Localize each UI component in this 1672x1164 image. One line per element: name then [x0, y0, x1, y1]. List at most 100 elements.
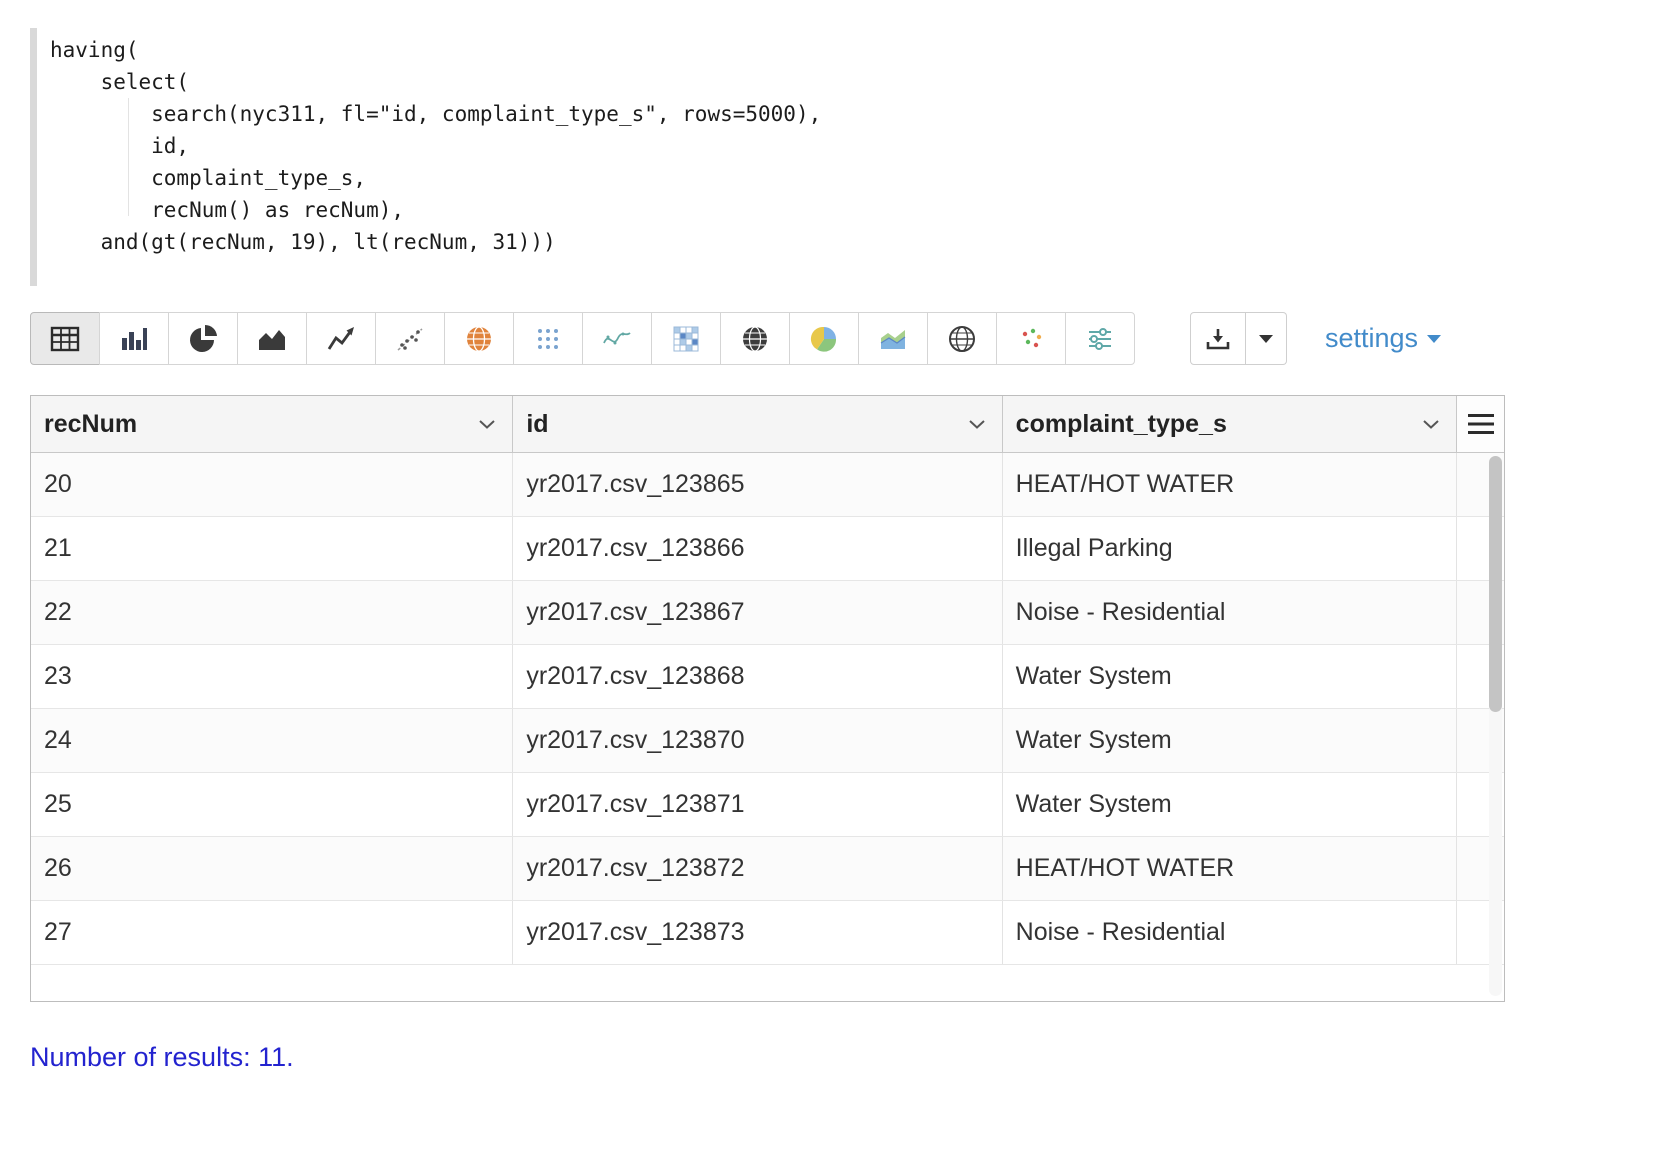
- viz-scatter-plot-button[interactable]: [375, 312, 445, 365]
- visualization-toolbar: settings: [30, 312, 1642, 365]
- cell-id: yr2017.csv_123867: [513, 581, 1002, 644]
- table-menu-button[interactable]: [1457, 396, 1504, 452]
- table-row: 25 yr2017.csv_123871 Water System: [31, 773, 1504, 837]
- globe-dark-2-icon: [947, 324, 977, 354]
- code-line: having(: [50, 34, 1642, 66]
- scatter-plot-icon: [395, 325, 425, 353]
- cell-id: yr2017.csv_123865: [513, 453, 1002, 516]
- code-line: search(nyc311, fl="id, complaint_type_s"…: [50, 98, 1642, 130]
- cell-recnum: 23: [31, 645, 513, 708]
- viz-area-chart-button[interactable]: [237, 312, 307, 365]
- table-bottom-space: [31, 965, 1504, 1001]
- filter-sliders-icon: [1085, 324, 1115, 354]
- viz-scatter-colored-button[interactable]: [996, 312, 1066, 365]
- viz-dot-grid-button[interactable]: [513, 312, 583, 365]
- table-row: 21 yr2017.csv_123866 Illegal Parking: [31, 517, 1504, 581]
- settings-dropdown[interactable]: settings: [1325, 323, 1441, 354]
- table-icon: [50, 325, 80, 353]
- results-count-text: Number of results: 11.: [30, 1042, 1642, 1073]
- cell-recnum: 20: [31, 453, 513, 516]
- table-row: 24 yr2017.csv_123870 Water System: [31, 709, 1504, 773]
- cell-id: yr2017.csv_123872: [513, 837, 1002, 900]
- viz-pie-colored-button[interactable]: [789, 312, 859, 365]
- pie-chart-icon: [188, 324, 218, 354]
- cell-recnum: 26: [31, 837, 513, 900]
- viz-line-chart-button[interactable]: [306, 312, 376, 365]
- table-row: 27 yr2017.csv_123873 Noise - Residential: [31, 901, 1504, 965]
- column-header-id[interactable]: id: [513, 396, 1002, 452]
- download-icon: [1205, 326, 1231, 352]
- cell-recnum: 25: [31, 773, 513, 836]
- chevron-down-icon[interactable]: [968, 419, 986, 430]
- cell-recnum: 27: [31, 901, 513, 964]
- caret-down-icon: [1259, 335, 1273, 343]
- hamburger-menu-icon: [1468, 414, 1494, 434]
- vertical-scrollbar[interactable]: [1489, 456, 1502, 996]
- table-row: 23 yr2017.csv_123868 Water System: [31, 645, 1504, 709]
- area-colored-icon: [878, 325, 908, 353]
- cell-complaint-type: Water System: [1003, 645, 1457, 708]
- cell-recnum: 22: [31, 581, 513, 644]
- viz-bar-chart-button[interactable]: [99, 312, 169, 365]
- viz-table-button[interactable]: [30, 312, 100, 365]
- cell-recnum: 24: [31, 709, 513, 772]
- column-label: recNum: [44, 410, 137, 439]
- cell-complaint-type: HEAT/HOT WATER: [1003, 837, 1457, 900]
- table-header-row: recNum id complaint_type_s: [31, 396, 1504, 453]
- code-line: and(gt(recNum, 19), lt(recNum, 31))): [50, 226, 1642, 258]
- paragraph-container: having( select( search(nyc311, fl="id, c…: [0, 0, 1672, 1073]
- globe-orange-icon: [464, 324, 494, 354]
- code-line: id,: [50, 130, 1642, 162]
- settings-label: settings: [1325, 323, 1418, 354]
- cell-id: yr2017.csv_123873: [513, 901, 1002, 964]
- area-chart-icon: [257, 325, 287, 353]
- cell-complaint-type: Water System: [1003, 773, 1457, 836]
- cell-id: yr2017.csv_123866: [513, 517, 1002, 580]
- viz-heatmap-button[interactable]: [651, 312, 721, 365]
- chevron-down-icon[interactable]: [478, 419, 496, 430]
- caret-down-icon: [1427, 335, 1441, 343]
- column-label: id: [526, 410, 548, 439]
- table-row: 20 yr2017.csv_123865 HEAT/HOT WATER: [31, 453, 1504, 517]
- indent-guide: [128, 98, 129, 216]
- line-chart-icon: [326, 325, 356, 353]
- viz-button-group: [30, 312, 1135, 365]
- cell-complaint-type: Noise - Residential: [1003, 901, 1457, 964]
- cell-id: yr2017.csv_123870: [513, 709, 1002, 772]
- table-row: 26 yr2017.csv_123872 HEAT/HOT WATER: [31, 837, 1504, 901]
- cell-recnum: 21: [31, 517, 513, 580]
- download-caret-button[interactable]: [1246, 312, 1287, 365]
- results-table: recNum id complaint_type_s: [30, 395, 1505, 1002]
- code-block: having( select( search(nyc311, fl="id, c…: [30, 28, 1642, 286]
- viz-area-colored-button[interactable]: [858, 312, 928, 365]
- scrollbar-thumb[interactable]: [1489, 456, 1502, 712]
- viz-globe-button[interactable]: [720, 312, 790, 365]
- cell-complaint-type: Noise - Residential: [1003, 581, 1457, 644]
- smooth-scatter-icon: [602, 325, 632, 353]
- bar-chart-icon: [119, 325, 149, 353]
- cell-id: yr2017.csv_123871: [513, 773, 1002, 836]
- globe-dark-icon: [740, 324, 770, 354]
- column-label: complaint_type_s: [1016, 410, 1227, 439]
- viz-map-leaflet-button[interactable]: [444, 312, 514, 365]
- cell-complaint-type: HEAT/HOT WATER: [1003, 453, 1457, 516]
- viz-smooth-scatter-button[interactable]: [582, 312, 652, 365]
- download-button[interactable]: [1190, 312, 1246, 365]
- cell-complaint-type: Water System: [1003, 709, 1457, 772]
- viz-filter-button[interactable]: [1065, 312, 1135, 365]
- table-row: 22 yr2017.csv_123867 Noise - Residential: [31, 581, 1504, 645]
- download-button-group: [1190, 312, 1287, 365]
- cell-complaint-type: Illegal Parking: [1003, 517, 1457, 580]
- chevron-down-icon[interactable]: [1422, 419, 1440, 430]
- code-line: recNum() as recNum),: [50, 194, 1642, 226]
- column-header-recnum[interactable]: recNum: [31, 396, 513, 452]
- column-header-complaint-type[interactable]: complaint_type_s: [1003, 396, 1457, 452]
- scatter-colored-icon: [1016, 324, 1046, 354]
- code-line: complaint_type_s,: [50, 162, 1642, 194]
- viz-pie-chart-button[interactable]: [168, 312, 238, 365]
- pie-colored-icon: [809, 324, 839, 354]
- cell-id: yr2017.csv_123868: [513, 645, 1002, 708]
- code-line: select(: [50, 66, 1642, 98]
- viz-globe-2-button[interactable]: [927, 312, 997, 365]
- dot-grid-icon: [533, 324, 563, 354]
